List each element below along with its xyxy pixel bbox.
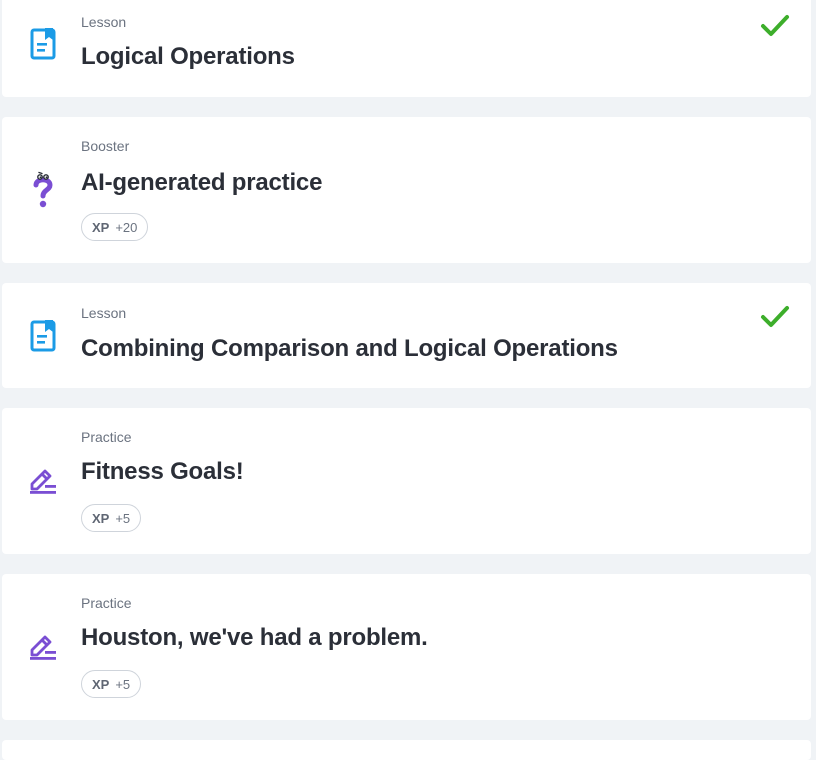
item-title[interactable]: AI-generated practice (81, 168, 322, 198)
next-card-partial[interactable] (2, 740, 811, 760)
completed-check-icon (760, 304, 790, 330)
lesson-icon (25, 26, 61, 62)
xp-label: XP (92, 676, 110, 692)
xp-badge: XP +5 (81, 504, 142, 532)
lesson-card-combining-comparison[interactable]: Lesson Combining Comparison and Logical … (2, 283, 811, 388)
lesson-card-logical-operations[interactable]: Lesson Logical Operations (2, 0, 811, 97)
practice-pencil-icon (25, 463, 61, 499)
item-kind-label: Practice (81, 595, 132, 611)
lesson-icon (25, 318, 61, 354)
item-title[interactable]: Houston, we've had a problem. (81, 623, 428, 653)
item-kind-label: Lesson (81, 305, 127, 321)
practice-pencil-icon (25, 629, 61, 665)
xp-label: XP (92, 219, 110, 235)
completed-check-icon (760, 13, 790, 39)
practice-card-houston[interactable]: Practice Houston, we've had a problem. X… (2, 574, 811, 720)
xp-badge: XP +20 (81, 213, 149, 241)
xp-value: +5 (115, 510, 131, 526)
booster-question-icon (25, 171, 61, 208)
xp-badge: XP +5 (81, 670, 142, 698)
booster-card-ai-practice[interactable]: Booster AI-generated practice XP +20 (2, 117, 811, 263)
practice-card-fitness-goals[interactable]: Practice Fitness Goals! XP +5 (2, 408, 811, 554)
xp-value: +5 (115, 676, 131, 692)
xp-value: +20 (115, 219, 138, 235)
item-title[interactable]: Logical Operations (81, 42, 295, 72)
xp-label: XP (92, 510, 110, 526)
item-title[interactable]: Fitness Goals! (81, 457, 244, 487)
item-title[interactable]: Combining Comparison and Logical Operati… (81, 334, 618, 364)
item-kind-label: Practice (81, 429, 132, 445)
item-kind-label: Booster (81, 138, 130, 154)
item-kind-label: Lesson (81, 14, 127, 30)
